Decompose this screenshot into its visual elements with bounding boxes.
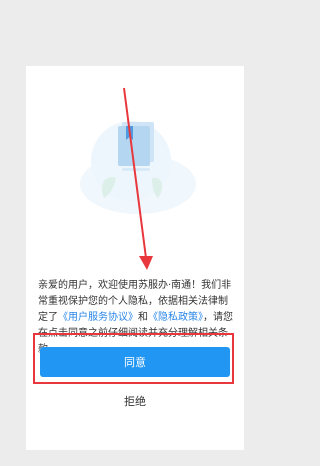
notice-and: 和: [138, 312, 148, 323]
book-document-illustration: [80, 121, 196, 214]
privacy-policy-link[interactable]: 《隐私政策》: [148, 312, 203, 323]
book-page-line: [122, 168, 150, 171]
refuse-button[interactable]: 拒绝: [115, 393, 155, 409]
agree-button[interactable]: 同意: [40, 347, 230, 377]
book-front-cover: [118, 126, 150, 166]
user-agreement-link[interactable]: 《用户服务协议》: [58, 312, 138, 323]
